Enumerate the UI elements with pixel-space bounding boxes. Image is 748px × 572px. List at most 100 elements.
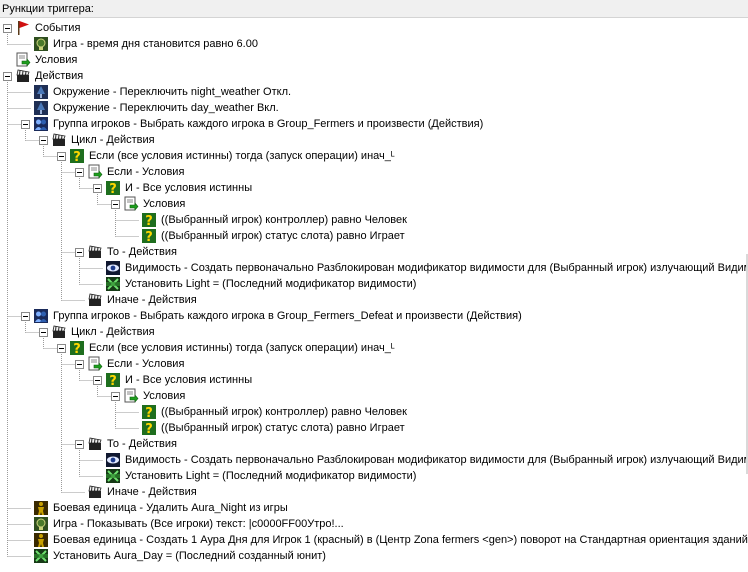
collapse-toggle[interactable] <box>111 199 120 209</box>
tree-node-label: Группа игроков - Выбрать каждого игрока … <box>53 118 484 130</box>
tree-node-if-conditions[interactable]: Если - Условия <box>75 164 185 180</box>
tree-node-action-night-weather[interactable]: Окружение - Переключить night_weather От… <box>21 84 292 100</box>
visibility-eye-icon <box>105 260 121 276</box>
tree-node-label: ((Выбранный игрок) контроллер) равно Чел… <box>161 406 407 418</box>
set-variable-icon <box>105 276 121 292</box>
set-variable-icon <box>33 548 49 564</box>
tree-node-label: Если (все условия истинны) тогда (запуск… <box>89 342 395 354</box>
tree-node-loop-actions[interactable]: Цикл - Действия <box>39 324 156 340</box>
tree-node-label: Цикл - Действия <box>71 326 155 338</box>
environment-icon <box>33 84 49 100</box>
collapse-toggle[interactable] <box>75 167 84 177</box>
unit-icon <box>33 500 49 516</box>
svg-text:?: ? <box>109 182 117 196</box>
tree-node-label: Окружение - Переключить day_weather Вкл. <box>53 102 279 114</box>
collapse-toggle[interactable] <box>57 151 66 161</box>
tree-node-condition-slot-status[interactable]: ? ((Выбранный игрок) статус слота) равно … <box>129 228 406 245</box>
unit-icon <box>33 532 49 548</box>
trigger-functions-tree[interactable]: События Игра - время дня становится равно… <box>0 20 748 572</box>
tree-node-condition-controller[interactable]: ? ((Выбранный игрок) контроллер) равно Че… <box>129 404 408 421</box>
tree-node-action-create-aura-day[interactable]: Боевая единица - Создать 1 Аура Дня для … <box>21 532 748 548</box>
collapse-toggle[interactable] <box>3 71 12 81</box>
tree-node-events[interactable]: События <box>3 20 81 36</box>
collapse-toggle[interactable] <box>75 247 84 257</box>
tree-node-label: Иначе - Действия <box>107 486 197 498</box>
tree-node-if-then-else[interactable]: ? Если (все условия истинны) тогда (запус… <box>57 340 396 357</box>
collapse-toggle[interactable] <box>93 375 102 385</box>
if-question-icon: ? <box>141 228 157 245</box>
svg-text:?: ? <box>145 422 153 436</box>
tree-node-label: И - Все условия истинны <box>125 374 253 386</box>
tree-node-and-all-true[interactable]: ? И - Все условия истинны <box>93 180 253 197</box>
tree-node-action-show-text[interactable]: Игра - Показывать (Все игроки) текст: |c… <box>21 516 345 532</box>
player-group-icon <box>33 116 49 132</box>
svg-text:?: ? <box>73 150 81 164</box>
tree-node-then-actions[interactable]: То - Действия <box>75 244 178 260</box>
collapse-toggle[interactable] <box>57 343 66 353</box>
svg-text:?: ? <box>73 342 81 356</box>
game-event-icon <box>33 516 49 532</box>
trigger-functions-header: Рункции триггера: <box>0 0 748 18</box>
tree-node-condition-controller[interactable]: ? ((Выбранный игрок) контроллер) равно Че… <box>129 212 408 229</box>
game-event-icon <box>33 36 49 52</box>
actions-clapper-icon <box>51 324 67 340</box>
tree-node-else-actions[interactable]: Иначе - Действия <box>75 292 198 308</box>
tree-node-action-remove-aura-night[interactable]: Боевая единица - Удалить Aura_Night из и… <box>21 500 289 516</box>
tree-node-label: Если - Условия <box>107 166 185 178</box>
collapse-toggle[interactable] <box>3 23 12 33</box>
tree-node-action-set-light[interactable]: Установить Light = (Последний модификато… <box>93 468 417 484</box>
tree-node-player-group-fermers[interactable]: Группа игроков - Выбрать каждого игрока … <box>21 116 484 132</box>
tree-node-conditions[interactable]: Условия <box>3 52 78 68</box>
tree-node-and-all-true[interactable]: ? И - Все условия истинны <box>93 372 253 389</box>
tree-node-if-then-else[interactable]: ? Если (все условия истинны) тогда (запус… <box>57 148 396 165</box>
tree-node-condition-slot-status[interactable]: ? ((Выбранный игрок) статус слота) равно … <box>129 420 406 437</box>
collapse-toggle[interactable] <box>21 119 30 129</box>
tree-node-label: События <box>35 22 81 34</box>
tree-node-label: Видимость - Создать первоначально Разбло… <box>125 454 748 466</box>
tree-node-action-set-light[interactable]: Установить Light = (Последний модификато… <box>93 276 417 292</box>
tree-node-else-actions[interactable]: Иначе - Действия <box>75 484 198 500</box>
player-group-icon <box>33 308 49 324</box>
svg-text:?: ? <box>145 214 153 228</box>
collapse-toggle[interactable] <box>39 135 48 145</box>
tree-node-action-day-weather[interactable]: Окружение - Переключить day_weather Вкл. <box>21 100 280 116</box>
tree-node-label: Игра - время дня становится равно 6.00 <box>53 38 258 50</box>
tree-node-label: Если - Условия <box>107 358 185 370</box>
tree-node-label: Условия <box>143 198 186 210</box>
tree-node-label: Иначе - Действия <box>107 294 197 306</box>
tree-node-actions[interactable]: Действия <box>3 68 84 84</box>
tree-node-player-group-fermers-defeat[interactable]: Группа игроков - Выбрать каждого игрока … <box>21 308 523 324</box>
event-flag-icon <box>15 20 31 36</box>
tree-node-sub-conditions[interactable]: Условия <box>111 196 186 212</box>
tree-node-action-visibility[interactable]: Видимость - Создать первоначально Разбло… <box>93 452 748 468</box>
panel-title: Рункции триггера: <box>2 3 94 15</box>
collapse-toggle[interactable] <box>111 391 120 401</box>
tree-node-label: Установить Light = (Последний модификато… <box>125 470 417 482</box>
tree-node-loop-actions[interactable]: Цикл - Действия <box>39 132 156 148</box>
collapse-toggle[interactable] <box>21 311 30 321</box>
tree-node-label: Боевая единица - Создать 1 Аура Дня для … <box>53 534 748 546</box>
set-variable-icon <box>105 468 121 484</box>
if-question-icon: ? <box>141 212 157 229</box>
if-question-icon: ? <box>141 404 157 421</box>
tree-node-event-time-of-day[interactable]: Игра - время дня становится равно 6.00 <box>21 36 259 52</box>
svg-text:?: ? <box>145 406 153 420</box>
environment-icon <box>33 100 49 116</box>
tree-node-if-conditions[interactable]: Если - Условия <box>75 356 185 372</box>
collapse-toggle[interactable] <box>75 439 84 449</box>
tree-node-label: То - Действия <box>107 438 177 450</box>
tree-node-label: Группа игроков - Выбрать каждого игрока … <box>53 310 522 322</box>
tree-node-label: Установить Light = (Последний модификато… <box>125 278 417 290</box>
collapse-toggle[interactable] <box>39 327 48 337</box>
tree-node-action-visibility[interactable]: Видимость - Создать первоначально Разбло… <box>93 260 748 276</box>
svg-text:?: ? <box>145 230 153 244</box>
collapse-toggle[interactable] <box>93 183 102 193</box>
tree-node-action-set-aura-day[interactable]: Установить Aura_Day = (Последний созданн… <box>21 548 327 564</box>
tree-node-sub-conditions[interactable]: Условия <box>111 388 186 404</box>
actions-clapper-icon <box>51 132 67 148</box>
collapse-toggle[interactable] <box>75 359 84 369</box>
if-question-icon: ? <box>69 148 85 165</box>
tree-node-label: Цикл - Действия <box>71 134 155 146</box>
tree-node-then-actions[interactable]: То - Действия <box>75 436 178 452</box>
conditions-icon <box>123 388 139 404</box>
